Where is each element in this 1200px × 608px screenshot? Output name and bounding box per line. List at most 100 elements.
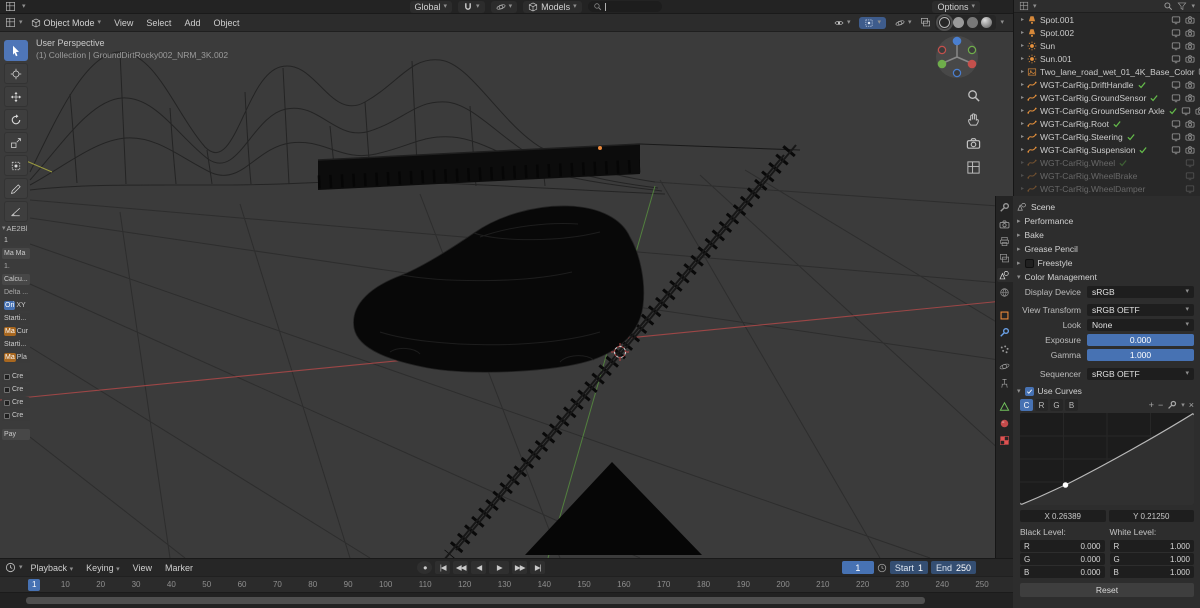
- scrollbar-thumb[interactable]: [26, 597, 925, 604]
- playhead[interactable]: 1: [28, 579, 40, 591]
- tool-scale[interactable]: [4, 132, 28, 153]
- shading-solid-button[interactable]: [953, 17, 964, 28]
- disclosure-icon[interactable]: ▸: [1021, 172, 1024, 179]
- disclosure-icon[interactable]: ▸: [1021, 133, 1024, 140]
- menu-keying[interactable]: Keying ▾: [81, 561, 125, 575]
- addon-field[interactable]: Starti...: [2, 339, 30, 350]
- addon-button[interactable]: Calcu...: [2, 274, 30, 285]
- camera-icon[interactable]: [1185, 41, 1195, 51]
- monitor-icon[interactable]: [1171, 54, 1181, 64]
- tool-rotate[interactable]: [4, 109, 28, 130]
- camera-icon[interactable]: [1185, 80, 1195, 90]
- menu-select[interactable]: Select: [141, 16, 176, 30]
- section-color-management[interactable]: ▾Color Management: [1017, 270, 1194, 284]
- tab-view-layer[interactable]: [997, 251, 1013, 265]
- transform-orientation-dropdown[interactable]: Global ▾: [410, 1, 453, 13]
- disclosure-icon[interactable]: ▸: [1021, 68, 1024, 75]
- freestyle-checkbox[interactable]: [1025, 259, 1034, 268]
- disclosure-icon[interactable]: ▸: [1021, 81, 1024, 88]
- monitor-icon[interactable]: [1171, 28, 1181, 38]
- disclosure-icon[interactable]: ▸: [1021, 120, 1024, 127]
- channel-c-button[interactable]: C: [1020, 399, 1033, 411]
- white-r-field[interactable]: R1.000: [1110, 540, 1195, 552]
- section-grease-pencil[interactable]: ▸Grease Pencil: [1017, 242, 1194, 256]
- black-r-field[interactable]: R0.000: [1020, 540, 1105, 552]
- addon-field[interactable]: OriXY: [2, 300, 30, 311]
- outliner-item[interactable]: ▸Sun: [1014, 39, 1200, 52]
- curve-x-field[interactable]: X 0.26389: [1020, 510, 1106, 522]
- play-reverse-button[interactable]: ◀: [471, 561, 486, 574]
- next-keyframe-button[interactable]: ▶▶: [512, 561, 527, 574]
- tab-object-data[interactable]: [997, 399, 1013, 413]
- curve-point-selected[interactable]: [1063, 482, 1069, 488]
- chevron-down-icon[interactable]: ▾: [19, 19, 23, 26]
- jump-to-start-button[interactable]: |◀: [435, 561, 450, 574]
- tab-world[interactable]: [997, 285, 1013, 299]
- white-b-field[interactable]: B1.000: [1110, 566, 1195, 578]
- menu-marker[interactable]: Marker: [160, 561, 198, 575]
- black-b-field[interactable]: B0.000: [1020, 566, 1105, 578]
- addon-panel-header[interactable]: ▾ AE2Bl: [2, 224, 30, 233]
- breadcrumb-scene[interactable]: Scene: [1031, 202, 1055, 212]
- zoom-out-button[interactable]: −: [1158, 400, 1163, 410]
- timeline-editor-icon[interactable]: [5, 562, 16, 573]
- outliner-item[interactable]: ▸WGT-CarRig.WheelBrake: [1014, 169, 1200, 182]
- addon-checkbox-row[interactable]: Cre: [2, 384, 30, 395]
- outliner-item[interactable]: ▸Spot.001: [1014, 13, 1200, 26]
- disclosure-icon[interactable]: ▸: [1021, 16, 1024, 23]
- navigation-gizmo[interactable]: [934, 34, 980, 80]
- section-bake[interactable]: ▸Bake: [1017, 228, 1194, 242]
- addon-checkbox-row[interactable]: Cre: [2, 397, 30, 408]
- monitor-icon[interactable]: [1185, 158, 1195, 168]
- monitor-icon[interactable]: [1171, 93, 1181, 103]
- tab-texture[interactable]: [997, 433, 1013, 447]
- timeline-scrollbar[interactable]: [0, 592, 1013, 608]
- use-curves-row[interactable]: ▾ Use Curves: [1017, 384, 1194, 398]
- frame-start-field[interactable]: Start 1: [890, 561, 928, 574]
- disclosure-icon[interactable]: ▸: [1021, 42, 1024, 49]
- editor-type-icon[interactable]: [5, 1, 16, 12]
- addon-field[interactable]: MaPla: [2, 352, 30, 363]
- mode-dropdown[interactable]: Object Mode ▾: [26, 17, 107, 29]
- pan-hand-icon[interactable]: [966, 112, 981, 127]
- camera-icon[interactable]: [1195, 106, 1200, 116]
- tab-material[interactable]: [997, 416, 1013, 430]
- camera-icon[interactable]: [1185, 119, 1195, 129]
- curve-graph[interactable]: [1020, 413, 1194, 505]
- channel-b-button[interactable]: B: [1065, 399, 1078, 411]
- shading-material-button[interactable]: [967, 17, 978, 28]
- addon-field[interactable]: MaCur: [2, 326, 30, 337]
- reset-button[interactable]: Reset: [1020, 583, 1194, 597]
- tab-render[interactable]: [997, 217, 1013, 231]
- monitor-icon[interactable]: [1171, 119, 1181, 129]
- camera-view-icon[interactable]: [966, 136, 981, 151]
- chevron-down-icon[interactable]: ▾: [1191, 3, 1195, 10]
- tab-modifiers[interactable]: [997, 325, 1013, 339]
- view-transform-select[interactable]: sRGB OETF▾: [1087, 304, 1194, 316]
- checkbox[interactable]: [4, 413, 10, 419]
- camera-icon[interactable]: [1185, 132, 1195, 142]
- tab-particles[interactable]: [997, 342, 1013, 356]
- checkbox[interactable]: [4, 400, 10, 406]
- addon-button[interactable]: Pay: [2, 429, 30, 440]
- editor-type-icon[interactable]: [5, 17, 16, 28]
- monitor-icon[interactable]: [1185, 184, 1195, 194]
- menu-playback[interactable]: Playback ▾: [26, 561, 79, 575]
- filter-icon[interactable]: [1177, 1, 1187, 11]
- xray-toggle[interactable]: [920, 17, 931, 28]
- addon-field[interactable]: Starti...: [2, 313, 30, 324]
- shading-dropdown-arrow[interactable]: ▾: [1000, 19, 1004, 26]
- outliner-item[interactable]: ▸WGT-CarRig.DriftHandle: [1014, 78, 1200, 91]
- chevron-down-icon[interactable]: ▾: [1033, 3, 1037, 10]
- viewport-3d[interactable]: User Perspective (1) Collection | Ground…: [0, 32, 1013, 558]
- tool-move[interactable]: [4, 86, 28, 107]
- outliner-item[interactable]: ▸WGT-CarRig.Suspension: [1014, 143, 1200, 156]
- outliner-item[interactable]: ▸WGT-CarRig.Steering: [1014, 130, 1200, 143]
- prev-keyframe-button[interactable]: ◀◀: [453, 561, 468, 574]
- curve-tools-wrench-icon[interactable]: [1167, 400, 1177, 410]
- addon-checkbox-row[interactable]: Cre: [2, 371, 30, 382]
- options-dropdown[interactable]: Options ▾: [932, 1, 980, 13]
- channel-r-button[interactable]: R: [1035, 399, 1048, 411]
- outliner-item[interactable]: ▸WGT-CarRig.GroundSensor: [1014, 91, 1200, 104]
- timeline-ruler[interactable]: 1 10 20 30 40 50 60 70 80 90 100 110 120…: [0, 576, 1013, 592]
